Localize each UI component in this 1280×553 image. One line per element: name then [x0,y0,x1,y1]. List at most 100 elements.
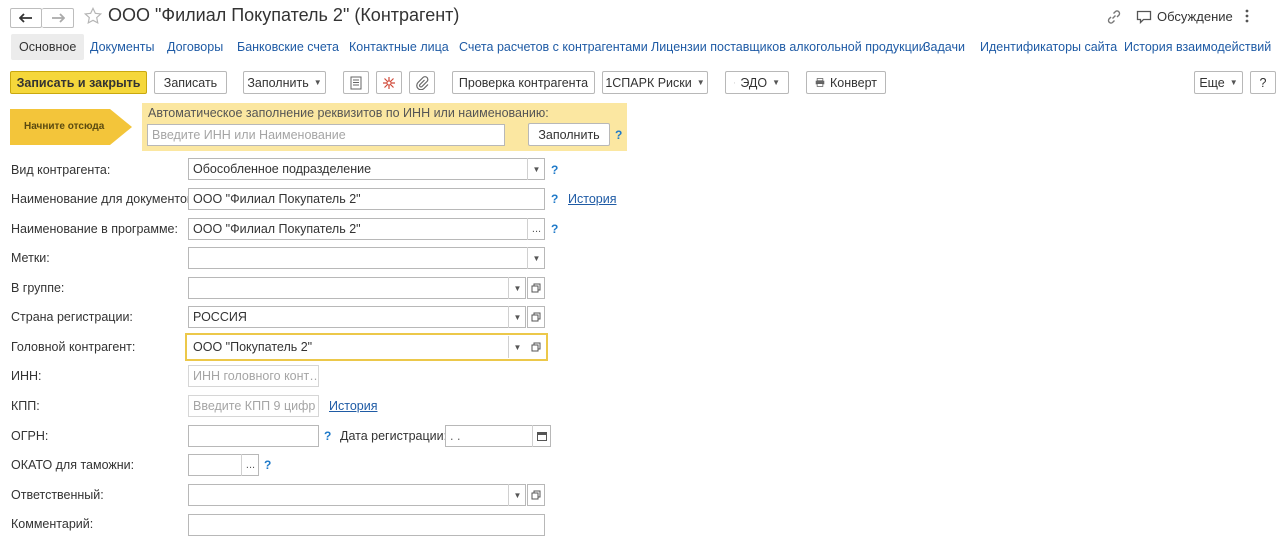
group-select[interactable] [188,277,526,299]
document-list-icon [350,76,362,89]
ogrn-label: ОГРН: [11,429,49,443]
kind-value: Обособленное подразделение [193,162,372,176]
chat-icon [1136,10,1152,24]
structure-button[interactable] [376,71,402,94]
country-select[interactable]: РОССИЯ [188,306,526,328]
kpp-input[interactable]: Введите КПП 9 цифр [188,395,319,417]
tab-main[interactable]: Основное [11,34,85,60]
spark-label: 1СПАРК Риски [605,75,692,90]
discussion-label: Обсуждение [1157,9,1233,24]
comment-input[interactable] [188,514,545,536]
responsible-select[interactable] [188,484,526,506]
tab-settlement-accounts[interactable]: Счета расчетов с контрагентами [459,40,648,54]
tab-documents[interactable]: Документы [90,40,154,54]
country-dropdown-icon[interactable]: ▼ [508,306,526,328]
tags-dropdown-icon[interactable]: ▼ [527,247,545,269]
more-menu-icon[interactable] [1244,8,1250,24]
kind-help-icon[interactable]: ? [551,163,558,177]
responsible-dropdown-icon[interactable]: ▼ [508,484,526,506]
group-open-icon[interactable] [527,277,545,299]
okato-label: ОКАТО для таможни: [11,458,135,472]
tab-site-ids[interactable]: Идентификаторы сайта [980,40,1117,54]
ogrn-help-icon[interactable]: ? [324,429,331,443]
envelope-button[interactable]: Конверт [806,71,886,94]
docname-input[interactable]: ООО "Филиал Покупатель 2" [188,188,545,210]
progname-value: ООО "Филиал Покупатель 2" [193,222,361,236]
arrow-left-icon [19,13,32,23]
country-open-icon[interactable] [527,306,545,328]
window-title: ООО "Филиал Покупатель 2" (Контрагент) [108,5,460,25]
regdate-label: Дата регистрации: [340,429,448,443]
kind-dropdown-icon[interactable]: ▼ [527,158,545,180]
tags-select[interactable] [188,247,545,269]
progname-input[interactable]: ООО "Филиал Покупатель 2" [188,218,545,240]
autofill-fill-label: Заполнить [538,127,600,142]
docname-history-link[interactable]: История [568,192,616,206]
start-here-label: Начните отсюда [24,121,105,132]
caret-down-icon: ▼ [696,78,705,87]
forward-button[interactable] [42,8,74,28]
help-button[interactable]: ? [1250,71,1276,94]
country-label: Страна регистрации: [11,310,133,324]
docname-help-icon[interactable]: ? [551,192,558,206]
tab-contracts[interactable]: Договоры [167,40,223,54]
attachments-button[interactable] [409,71,435,94]
help-label: ? [1259,75,1267,90]
tab-interaction-history[interactable]: История взаимодействий [1124,40,1271,54]
ogrn-input[interactable] [188,425,319,447]
more-label: Еще [1199,75,1225,90]
inn-or-name-input[interactable]: Введите ИНН или Наименование [147,124,505,146]
comment-label: Комментарий: [11,517,94,531]
tab-bank-accounts[interactable]: Банковские счета [237,40,339,54]
printer-icon [815,78,825,87]
kpp-history-link[interactable]: История [329,399,377,413]
autofill-fill-button[interactable]: Заполнить [528,123,610,146]
autofill-help-icon[interactable]: ? [615,128,622,142]
okato-help-icon[interactable]: ? [264,458,271,472]
docname-value: ООО "Филиал Покупатель 2" [193,192,361,206]
save-button[interactable]: Записать [154,71,227,94]
spark-risks-button[interactable]: 1СПАРК Риски ▼ [602,71,708,94]
country-value: РОССИЯ [193,310,247,324]
caret-down-icon: ▼ [1229,78,1238,87]
fill-dropdown-button[interactable]: Заполнить ▼ [243,71,326,94]
kpp-label: КПП: [11,399,40,413]
save-label: Записать [163,75,218,90]
progname-ellipsis-button[interactable]: ... [527,218,545,240]
save-close-button[interactable]: Записать и закрыть [10,71,147,94]
edo-label: ЭДО [740,75,768,90]
favorite-star-icon[interactable] [83,6,103,28]
caret-down-icon: ▼ [772,78,780,87]
tab-tasks[interactable]: Задачи [923,40,965,54]
structure-icon [383,76,395,89]
check-counterparty-button[interactable]: Проверка контрагента [452,71,595,94]
parent-open-icon[interactable] [527,336,545,358]
inn-input[interactable]: ИНН головного конт… [188,365,319,387]
tab-alcohol-licenses[interactable]: Лицензии поставщиков алкогольной продукц… [651,40,926,54]
caret-down-icon: ▼ [313,78,322,87]
parent-dropdown-icon[interactable]: ▼ [508,336,526,358]
save-close-label: Записать и закрыть [16,75,141,90]
back-button[interactable] [10,8,42,28]
calendar-icon[interactable] [532,425,550,447]
parent-select[interactable]: ООО "Покупатель 2" [188,336,526,358]
docname-label: Наименование для документов: [11,192,198,206]
progname-help-icon[interactable]: ? [551,222,558,236]
responsible-open-icon[interactable] [527,484,545,506]
regdate-value: . . [450,429,461,443]
document-list-button[interactable] [343,71,369,94]
paperclip-icon [416,75,429,90]
link-icon[interactable] [1106,9,1122,25]
group-dropdown-icon[interactable]: ▼ [508,277,526,299]
tab-contacts[interactable]: Контактные лица [349,40,449,54]
envelope-label: Конверт [830,75,877,90]
kind-label: Вид контрагента: [11,163,111,177]
more-button[interactable]: Еще ▼ [1194,71,1243,94]
check-label: Проверка контрагента [458,75,589,90]
okato-ellipsis-button[interactable]: ... [241,454,259,476]
edo-button[interactable]: ЭДО ▼ [725,71,789,94]
fill-label: Заполнить [247,75,309,90]
kind-select[interactable]: Обособленное подразделение [188,158,545,180]
discussion-button[interactable]: Обсуждение [1136,9,1233,24]
inn-label: ИНН: [11,369,42,383]
